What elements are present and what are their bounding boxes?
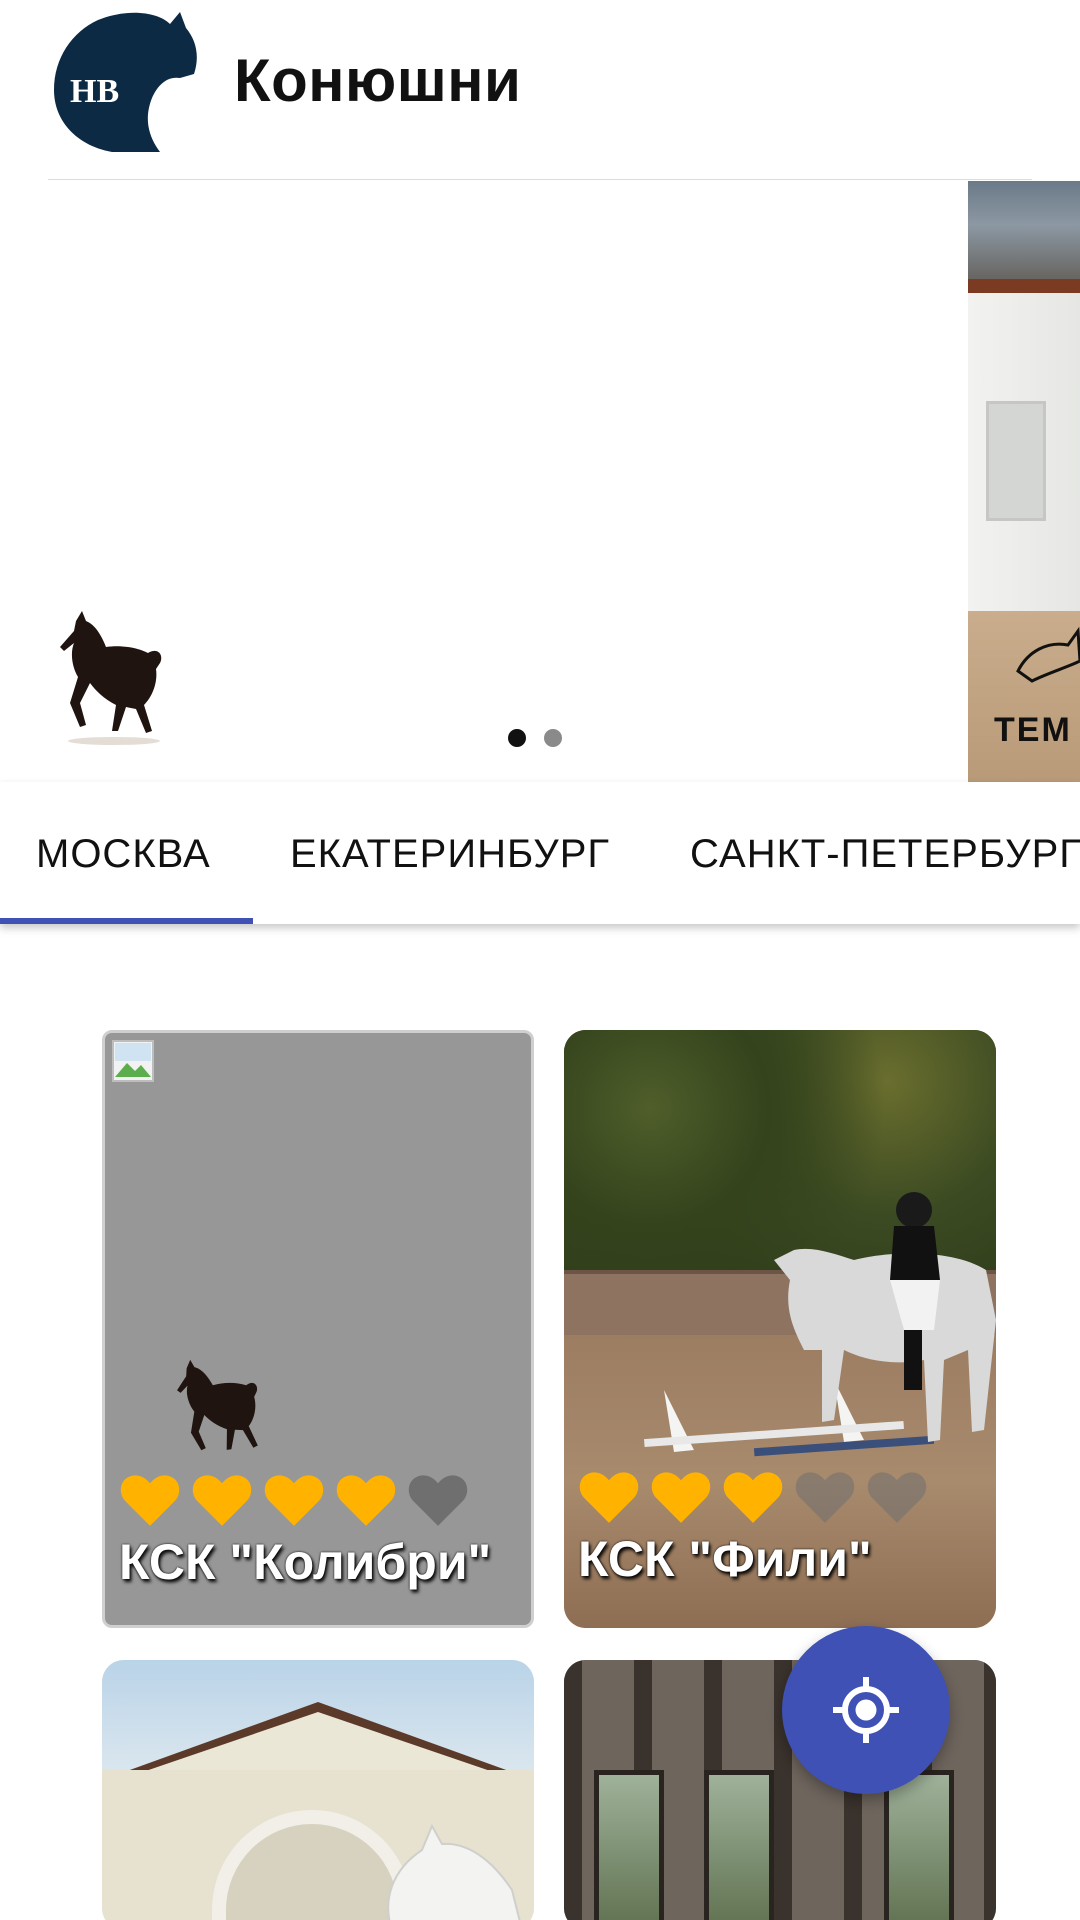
carousel-next-slide[interactable]: TEM: [968, 181, 1080, 782]
photo-window: [884, 1770, 954, 1920]
my-location-icon: [833, 1677, 899, 1743]
rating-hearts: [119, 1471, 469, 1529]
photo-horse-statue: [387, 1823, 521, 1920]
tab-indicator: [0, 918, 253, 924]
city-tabs: МОСКВА ЕКАТЕРИНБУРГ САНКТ-ПЕТЕРБУРГ: [0, 782, 1080, 924]
stable-name: КСК "Фили": [578, 1531, 872, 1587]
stable-roof-edge: [968, 279, 1080, 293]
image-carousel[interactable]: TEM: [0, 181, 1080, 782]
carousel-dot-1[interactable]: [508, 729, 526, 747]
tab-moscow[interactable]: МОСКВА: [36, 832, 211, 877]
brand-horse-icon: [1016, 626, 1080, 683]
heart-empty-icon: [408, 1475, 468, 1526]
galloping-horse-image: [60, 611, 162, 745]
brand-text: TEM: [994, 711, 1072, 749]
stable-card[interactable]: КСК "Колибри": [102, 1030, 534, 1628]
heart-filled-icon: [651, 1472, 711, 1523]
stable-card[interactable]: [102, 1660, 534, 1920]
stable-window: [986, 401, 1046, 521]
heart-filled-icon: [579, 1472, 639, 1523]
photo-horse-rider: [774, 1192, 996, 1442]
stable-card[interactable]: КСК "Фили": [564, 1030, 996, 1628]
heart-filled-icon: [264, 1475, 324, 1526]
header-divider: [48, 179, 1032, 180]
carousel-dot-2[interactable]: [544, 729, 562, 747]
my-location-button[interactable]: [782, 1626, 950, 1794]
heart-filled-icon: [723, 1472, 783, 1523]
carousel-pagination: [508, 729, 562, 747]
broken-image-icon: [112, 1040, 154, 1082]
heart-filled-icon: [336, 1475, 396, 1526]
rating-hearts: [578, 1468, 928, 1526]
tab-saint-petersburg[interactable]: САНКТ-ПЕТЕРБУРГ: [690, 832, 1080, 877]
tab-yekaterinburg[interactable]: ЕКАТЕРИНБУРГ: [290, 832, 610, 877]
svg-text:НВ: НВ: [70, 73, 119, 110]
photo-window: [704, 1770, 774, 1920]
app-header: НВ Конюшни: [0, 0, 1080, 180]
hb-horse-logo-icon: НВ: [54, 12, 197, 152]
stable-name: КСК "Колибри": [119, 1534, 492, 1590]
galloping-horse-image: [177, 1359, 258, 1451]
heart-filled-icon: [120, 1475, 180, 1526]
heart-empty-icon: [795, 1472, 855, 1523]
photo-window: [594, 1770, 664, 1920]
stable-roof: [968, 181, 1080, 291]
heart-empty-icon: [867, 1472, 927, 1523]
page-title: Конюшни: [234, 47, 522, 114]
heart-filled-icon: [192, 1475, 252, 1526]
